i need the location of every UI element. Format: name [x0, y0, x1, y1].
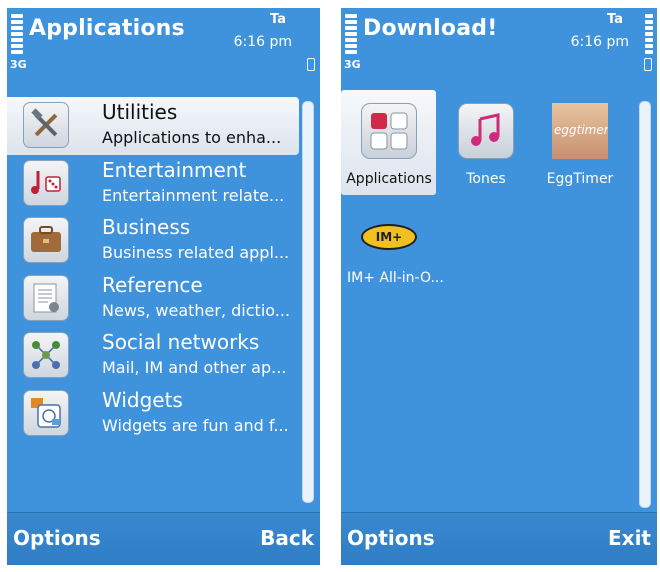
list-item-title: Business — [102, 215, 191, 239]
page-title: Download! — [363, 16, 498, 41]
network-indicator: Ta — [270, 12, 286, 27]
back-softkey[interactable]: Back — [260, 526, 314, 550]
list-item-title: Entertainment — [102, 157, 247, 182]
softkey-bar: Options Back — [7, 512, 320, 565]
eggtimer-icon: eggtimer — [552, 103, 608, 159]
list-item-business[interactable]: Business Business related appl... — [7, 212, 299, 270]
grid-item-applications[interactable]: Applications — [343, 103, 435, 187]
grid-item-label: IM+ All-in-O... — [347, 270, 444, 286]
grid-item-label: Tones — [466, 171, 506, 187]
list-item-utilities[interactable]: Utilities Applications to enha... — [7, 97, 299, 155]
list-item-title: Utilities — [102, 100, 178, 124]
list-item-reference[interactable]: Reference News, weather, dictio... — [7, 270, 299, 328]
list-item-subtitle: Entertainment relate... — [102, 185, 285, 205]
document-icon — [23, 274, 69, 321]
battery-icon — [644, 58, 652, 71]
category-list: Utilities Applications to enha... Entert… — [7, 97, 299, 442]
options-softkey[interactable]: Options — [13, 526, 101, 550]
applications-icon — [361, 103, 417, 159]
download-screen: Download! Ta 6:16 pm 3G Applications Ton… — [341, 8, 657, 565]
applications-screen: Applications Ta 6:16 pm 3G Utilities App… — [7, 8, 320, 565]
page-title: Applications — [29, 16, 185, 41]
list-item-entertainment[interactable]: Entertainment Entertainment relate... — [7, 155, 299, 213]
scrollbar[interactable] — [639, 101, 651, 508]
list-item-subtitle: Mail, IM and other ap... — [102, 358, 287, 377]
battery-icon — [307, 58, 315, 71]
list-item-title: Social networks — [102, 330, 260, 354]
grid-item-label: Applications — [346, 171, 432, 187]
music-note-icon — [458, 103, 514, 159]
list-item-social-networks[interactable]: Social networks Mail, IM and other ap... — [7, 327, 299, 385]
grid-item-label: EggTimer — [546, 171, 614, 187]
utilities-icon — [23, 102, 69, 148]
signal-strength-icon — [11, 14, 23, 56]
exit-softkey[interactable]: Exit — [608, 526, 651, 550]
grid-item-eggtimer[interactable]: eggtimer EggTimer — [539, 103, 621, 187]
signal-strength-icon — [345, 14, 357, 56]
list-item-subtitle: Applications to enha... — [102, 128, 282, 147]
network-indicator: Ta — [607, 12, 623, 27]
network-type: 3G — [344, 58, 361, 71]
clock: 6:16 pm — [233, 34, 292, 50]
grid-item-im-plus[interactable]: IM+ IM+ All-in-O... — [347, 224, 457, 286]
im-plus-icon: IM+ — [361, 224, 417, 250]
options-softkey[interactable]: Options — [347, 526, 435, 550]
clock: 6:16 pm — [570, 34, 629, 50]
widgets-icon — [23, 389, 69, 436]
list-item-subtitle: Business related appl... — [102, 243, 290, 262]
grid-item-tones[interactable]: Tones — [445, 103, 527, 187]
social-network-icon — [23, 332, 69, 378]
im-plus-icon-text: IM+ — [375, 230, 403, 244]
scrollbar[interactable] — [302, 101, 314, 503]
list-item-widgets[interactable]: Widgets Widgets are fun and f... — [7, 385, 299, 443]
entertainment-icon — [23, 159, 69, 206]
eggtimer-icon-text: eggtimer — [554, 123, 608, 137]
list-item-subtitle: Widgets are fun and f... — [102, 415, 289, 435]
softkey-bar: Options Exit — [341, 512, 657, 565]
list-item-title: Reference — [102, 272, 203, 297]
list-item-title: Widgets — [102, 387, 183, 412]
list-item-subtitle: News, weather, dictio... — [102, 300, 291, 320]
briefcase-icon — [23, 217, 69, 263]
network-type: 3G — [10, 58, 27, 71]
battery-level-icon — [645, 14, 653, 56]
